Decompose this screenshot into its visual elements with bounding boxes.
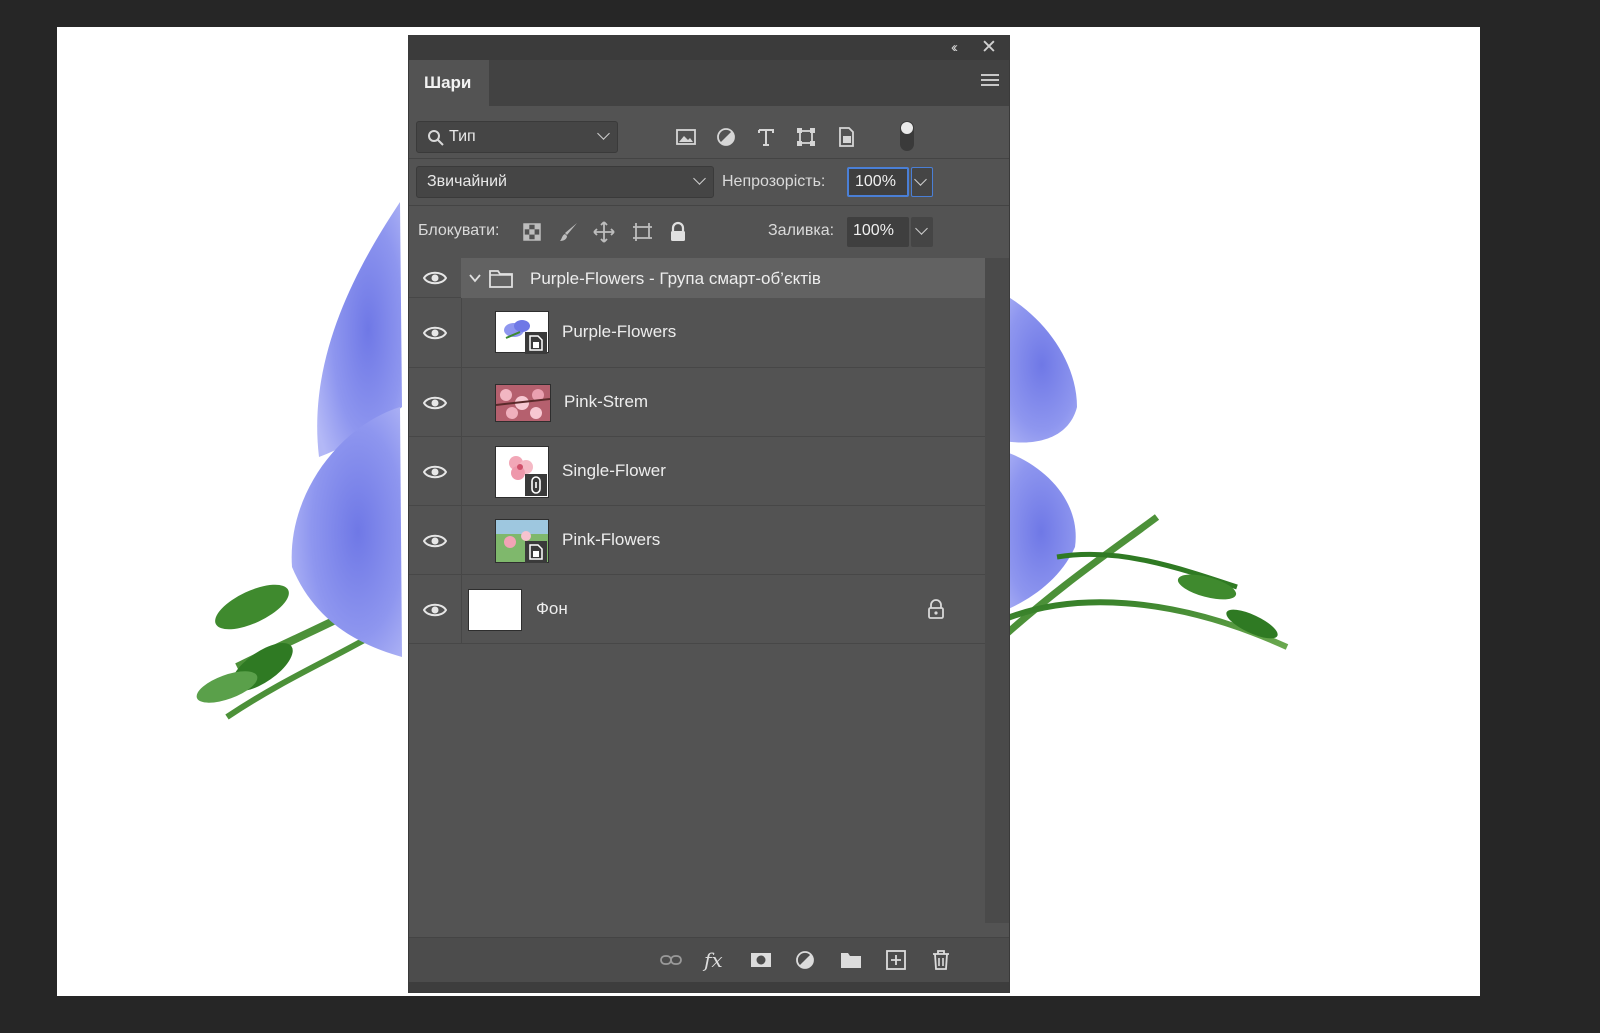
smart-object-badge-icon	[525, 332, 547, 354]
fill-slider-button[interactable]	[911, 217, 933, 247]
trash-icon[interactable]	[929, 948, 953, 972]
panel-resize-foot[interactable]	[409, 982, 1009, 992]
folder-icon	[489, 270, 513, 288]
panel-title-strip: ‹‹ ✕	[409, 36, 1009, 60]
chevron-down-icon	[914, 173, 927, 186]
fx-icon[interactable]: fx	[704, 948, 728, 972]
lock-transparent-icon[interactable]	[520, 220, 544, 244]
type-filter-icon[interactable]	[754, 125, 778, 149]
eye-icon[interactable]	[423, 394, 447, 412]
layer-thumbnail	[468, 589, 522, 631]
collapse-panel-button[interactable]: ‹‹	[941, 38, 965, 58]
layer-row[interactable]: Pink-Flowers	[409, 506, 985, 575]
chevron-down-icon	[693, 172, 706, 185]
new-layer-icon[interactable]	[884, 948, 908, 972]
layers-panel: ‹‹ ✕ Шари Тип Звичайний Непрозорість: 10…	[408, 35, 1010, 993]
panel-menu-icon[interactable]	[981, 74, 999, 90]
blend-row: Звичайний Непрозорість: 100%	[409, 159, 1009, 205]
filter-row: Тип	[409, 106, 1009, 158]
lock-image-icon[interactable]	[557, 220, 581, 244]
layer-name: Purple-Flowers - Група смарт-об’єктів	[530, 269, 821, 288]
link-layers-icon[interactable]	[659, 948, 683, 972]
eye-icon[interactable]	[423, 601, 447, 619]
image-filter-icon[interactable]	[674, 125, 698, 149]
layer-name: Single-Flower	[562, 461, 666, 480]
layer-name: Purple-Flowers	[562, 322, 677, 341]
layer-row[interactable]: Purple-Flowers	[409, 298, 985, 368]
layer-list: Purple-Flowers - Група смарт-об’єктів Pu…	[409, 258, 985, 923]
filter-kind-dropdown[interactable]: Тип	[416, 121, 618, 153]
layer-row-group[interactable]: Purple-Flowers - Група смарт-об’єктів	[409, 258, 985, 298]
opacity-input[interactable]: 100%	[847, 167, 909, 197]
visibility-cell	[409, 258, 462, 297]
lock-row: Блокувати: Заливка: 100%	[409, 206, 1009, 258]
layer-row-background[interactable]: Фон	[409, 575, 985, 644]
eye-icon[interactable]	[423, 532, 447, 550]
visibility-cell	[409, 506, 462, 574]
layer-row[interactable]: Pink-Strem	[409, 368, 985, 437]
chevron-down-icon[interactable]	[468, 272, 482, 284]
chevron-down-icon	[915, 222, 928, 235]
lock-artboard-icon[interactable]	[630, 220, 654, 244]
opacity-slider-button[interactable]	[911, 167, 933, 197]
layer-name: Pink-Flowers	[562, 530, 661, 549]
layer-name: Pink-Strem	[564, 392, 649, 411]
lock-icon[interactable]	[926, 598, 946, 620]
fill-label: Заливка:	[768, 222, 835, 239]
layers-bottom-toolbar: fx	[409, 937, 1009, 982]
layer-name: Фон	[536, 599, 568, 618]
filter-toggle-icon[interactable]	[899, 120, 915, 152]
add-mask-icon[interactable]	[749, 948, 773, 972]
eye-icon[interactable]	[423, 269, 447, 287]
shape-filter-icon[interactable]	[794, 125, 818, 149]
tab-layers[interactable]: Шари	[409, 60, 489, 106]
chevron-down-icon	[597, 127, 610, 140]
panel-tab-bar: Шари	[409, 60, 1009, 106]
lock-label: Блокувати:	[418, 222, 500, 239]
eye-icon[interactable]	[423, 463, 447, 481]
layer-thumbnail	[495, 384, 551, 422]
opacity-label: Непрозорість:	[722, 173, 826, 190]
new-group-icon[interactable]	[839, 948, 863, 972]
blend-mode-value: Звичайний	[427, 173, 507, 190]
linked-smart-object-badge-icon	[525, 474, 547, 496]
eye-icon[interactable]	[423, 324, 447, 342]
lock-position-icon[interactable]	[592, 220, 616, 244]
fill-input[interactable]: 100%	[847, 217, 909, 247]
visibility-cell	[409, 298, 462, 367]
visibility-cell	[409, 575, 462, 643]
smart-object-badge-icon	[525, 541, 547, 563]
blend-mode-dropdown[interactable]: Звичайний	[416, 166, 714, 198]
layer-row[interactable]: Single-Flower	[409, 437, 985, 506]
filter-kind-label: Тип	[449, 128, 476, 145]
close-panel-button[interactable]: ✕	[977, 38, 1001, 58]
visibility-cell	[409, 368, 462, 436]
layer-list-scrollbar[interactable]	[985, 258, 1009, 923]
new-adjustment-icon[interactable]	[794, 948, 818, 972]
visibility-cell	[409, 437, 462, 505]
smart-object-filter-icon[interactable]	[834, 125, 858, 149]
adjustment-filter-icon[interactable]	[714, 125, 738, 149]
lock-all-icon[interactable]	[666, 220, 690, 244]
search-icon	[428, 130, 444, 146]
